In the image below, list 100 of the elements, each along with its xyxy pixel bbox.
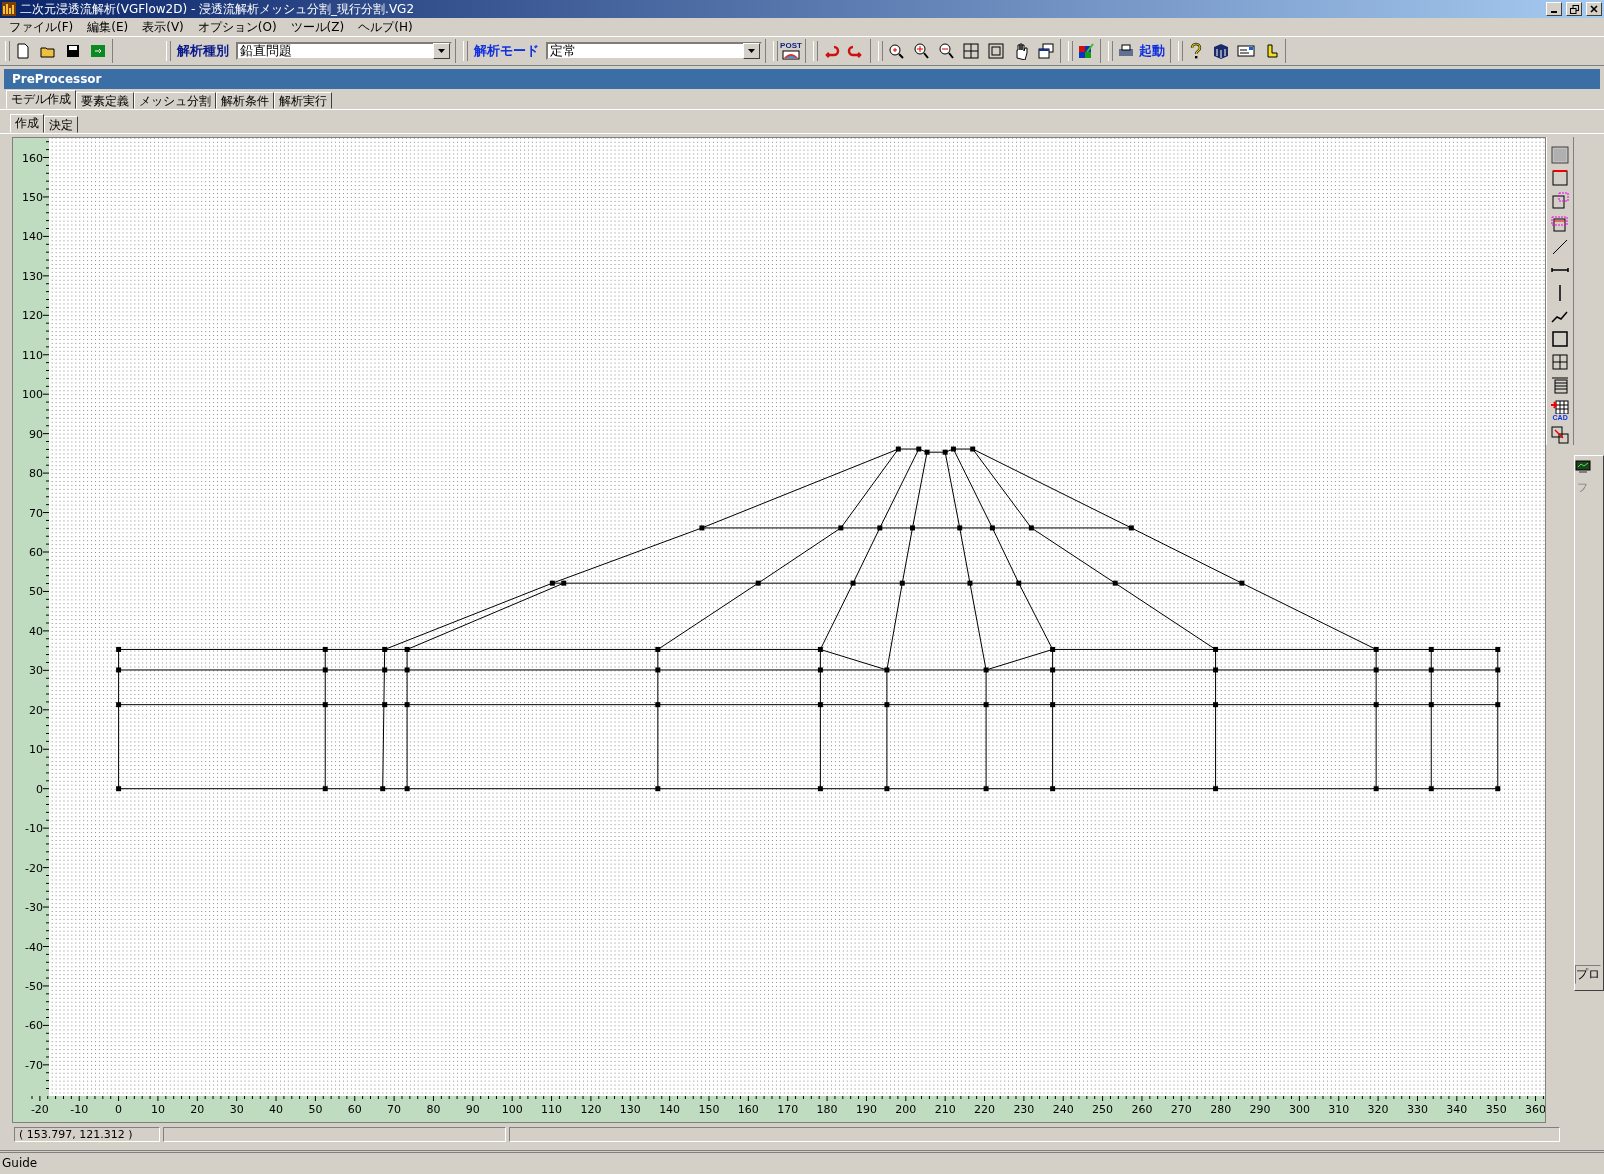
x-axis-label: 220	[973, 1103, 995, 1116]
x-axis-label: 10	[150, 1103, 165, 1116]
grid-square-icon	[1550, 352, 1571, 373]
x-axis-label: 270	[1170, 1103, 1192, 1116]
y-axis-label: 30	[28, 664, 43, 678]
x-axis-label: 240	[1052, 1103, 1074, 1116]
x-axis-label: 340	[1446, 1103, 1468, 1116]
x-axis-label: 180	[816, 1103, 838, 1116]
rectangle-icon	[1550, 168, 1571, 189]
y-axis-label: 50	[28, 585, 43, 599]
rectangle-select-button[interactable]	[1549, 191, 1572, 212]
wins-button[interactable]	[1035, 40, 1057, 62]
y-axis-label: 40	[28, 624, 43, 638]
cube-icon	[1212, 42, 1230, 60]
side-panel-field[interactable]: プロ	[1575, 965, 1602, 984]
window-title: 二次元浸透流解析(VGFlow2D) - 浸透流解析メッシュ分割_現行分割.VG2	[20, 0, 416, 18]
tab[interactable]: 解析実行	[274, 92, 332, 109]
chart-icon	[782, 50, 800, 60]
y-axis-label: 60	[28, 546, 43, 559]
x-axis-label: 330	[1406, 1103, 1428, 1116]
x-axis-label: 120	[580, 1103, 602, 1116]
restore-icon	[1569, 4, 1579, 14]
x-axis-label: 60	[347, 1103, 362, 1116]
guide-text: Guide	[1, 1156, 38, 1170]
hatched-square-button[interactable]	[1549, 145, 1572, 166]
minimize-button[interactable]	[1546, 2, 1562, 16]
x-axis-label: 250	[1092, 1103, 1114, 1116]
post-button[interactable]: POST	[780, 40, 802, 62]
frame-button[interactable]	[985, 40, 1007, 62]
windows-icon	[1037, 42, 1055, 60]
square-icon	[1550, 329, 1571, 350]
x-axis-label: 350	[1485, 1103, 1507, 1116]
x-axis-label: 80	[426, 1103, 441, 1116]
analysis-type-label: 解析種別	[176, 42, 230, 60]
grid-icon	[962, 42, 980, 60]
y-axis-label: 10	[28, 743, 43, 757]
y-axis-label: -40	[24, 940, 43, 954]
coordinates-readout: ( 153.797, 121.312 )	[14, 1127, 160, 1142]
tab[interactable]: 要素定義	[76, 92, 134, 109]
menu-item[interactable]: 編集(E)	[80, 18, 136, 36]
y-axis-label: 120	[21, 309, 43, 323]
close-button[interactable]	[1586, 2, 1602, 16]
y-axis-label: 110	[21, 348, 43, 362]
x-axis-label: 50	[308, 1103, 323, 1116]
y-axis-label: 100	[21, 388, 43, 402]
x-axis-label: 160	[737, 1103, 759, 1116]
x-axis-label: 30	[229, 1103, 244, 1116]
menu-item[interactable]: オプション(O)	[190, 18, 284, 36]
x-axis-label: 70	[387, 1103, 402, 1116]
tab[interactable]: メッシュ分割	[134, 92, 216, 109]
x-axis-label: 320	[1367, 1103, 1389, 1116]
export-icon	[89, 42, 107, 60]
y-axis-label: 150	[21, 190, 43, 204]
hatched-square-icon	[1550, 145, 1571, 165]
menu-item[interactable]: ツール(Z)	[283, 18, 352, 36]
y-axis-label: -70	[24, 1058, 43, 1072]
analysis-mode-select[interactable]: 定常	[546, 42, 762, 60]
x-axis-label: 110	[541, 1103, 562, 1116]
x-axis-label: -10	[70, 1103, 89, 1116]
y-axis-label: -50	[24, 979, 43, 993]
y-axis-label: -10	[24, 822, 43, 836]
y-axis-label: 140	[21, 230, 43, 244]
panel-header: PreProcessor	[4, 69, 1600, 89]
y-axis-label: 70	[28, 506, 43, 520]
zoom-window-icon	[887, 42, 905, 60]
frame-icon	[987, 42, 1005, 60]
fit-button[interactable]	[960, 40, 982, 62]
tab[interactable]: 解析条件	[216, 92, 274, 109]
menu-item[interactable]: ファイル(F)	[2, 18, 81, 36]
x-axis-label: 310	[1328, 1103, 1350, 1116]
tab[interactable]: 作成	[10, 114, 44, 133]
x-axis-label: 360	[1525, 1103, 1546, 1116]
y-axis-label: -60	[24, 1019, 43, 1033]
horizontal-line-icon	[1550, 267, 1571, 274]
card-icon	[1237, 42, 1255, 60]
analysis-mode-label: 解析モード	[473, 42, 540, 60]
connect-button[interactable]	[1549, 425, 1572, 446]
analysis-type-select[interactable]: 鉛直問題	[236, 42, 452, 60]
x-axis-label: 280	[1210, 1103, 1232, 1116]
save-icon	[64, 42, 82, 60]
app-icon	[2, 2, 16, 16]
x-axis-label: 150	[698, 1103, 720, 1116]
menu-item[interactable]: 表示(V)	[135, 18, 191, 36]
x-axis-label: 130	[619, 1103, 641, 1116]
y-axis-label: 160	[21, 151, 43, 165]
x-axis-label: 90	[465, 1103, 480, 1116]
tab[interactable]: モデル作成	[6, 90, 76, 109]
y-axis-label: 90	[28, 427, 43, 441]
run-button[interactable]: 起動	[1115, 40, 1167, 62]
x-axis-label: 140	[659, 1103, 681, 1116]
table-icon	[1550, 375, 1571, 396]
restore-button[interactable]	[1566, 2, 1582, 16]
y-axis-label: 0	[35, 782, 43, 796]
zoom-out-icon	[937, 42, 955, 60]
x-axis-label: 100	[501, 1103, 523, 1116]
tab[interactable]: 決定	[44, 116, 78, 133]
x-axis-label: -20	[30, 1103, 49, 1116]
y-axis-label: 20	[28, 703, 43, 717]
x-axis-label: 0	[115, 1103, 123, 1116]
menu-item[interactable]: ヘルプ(H)	[351, 18, 420, 36]
